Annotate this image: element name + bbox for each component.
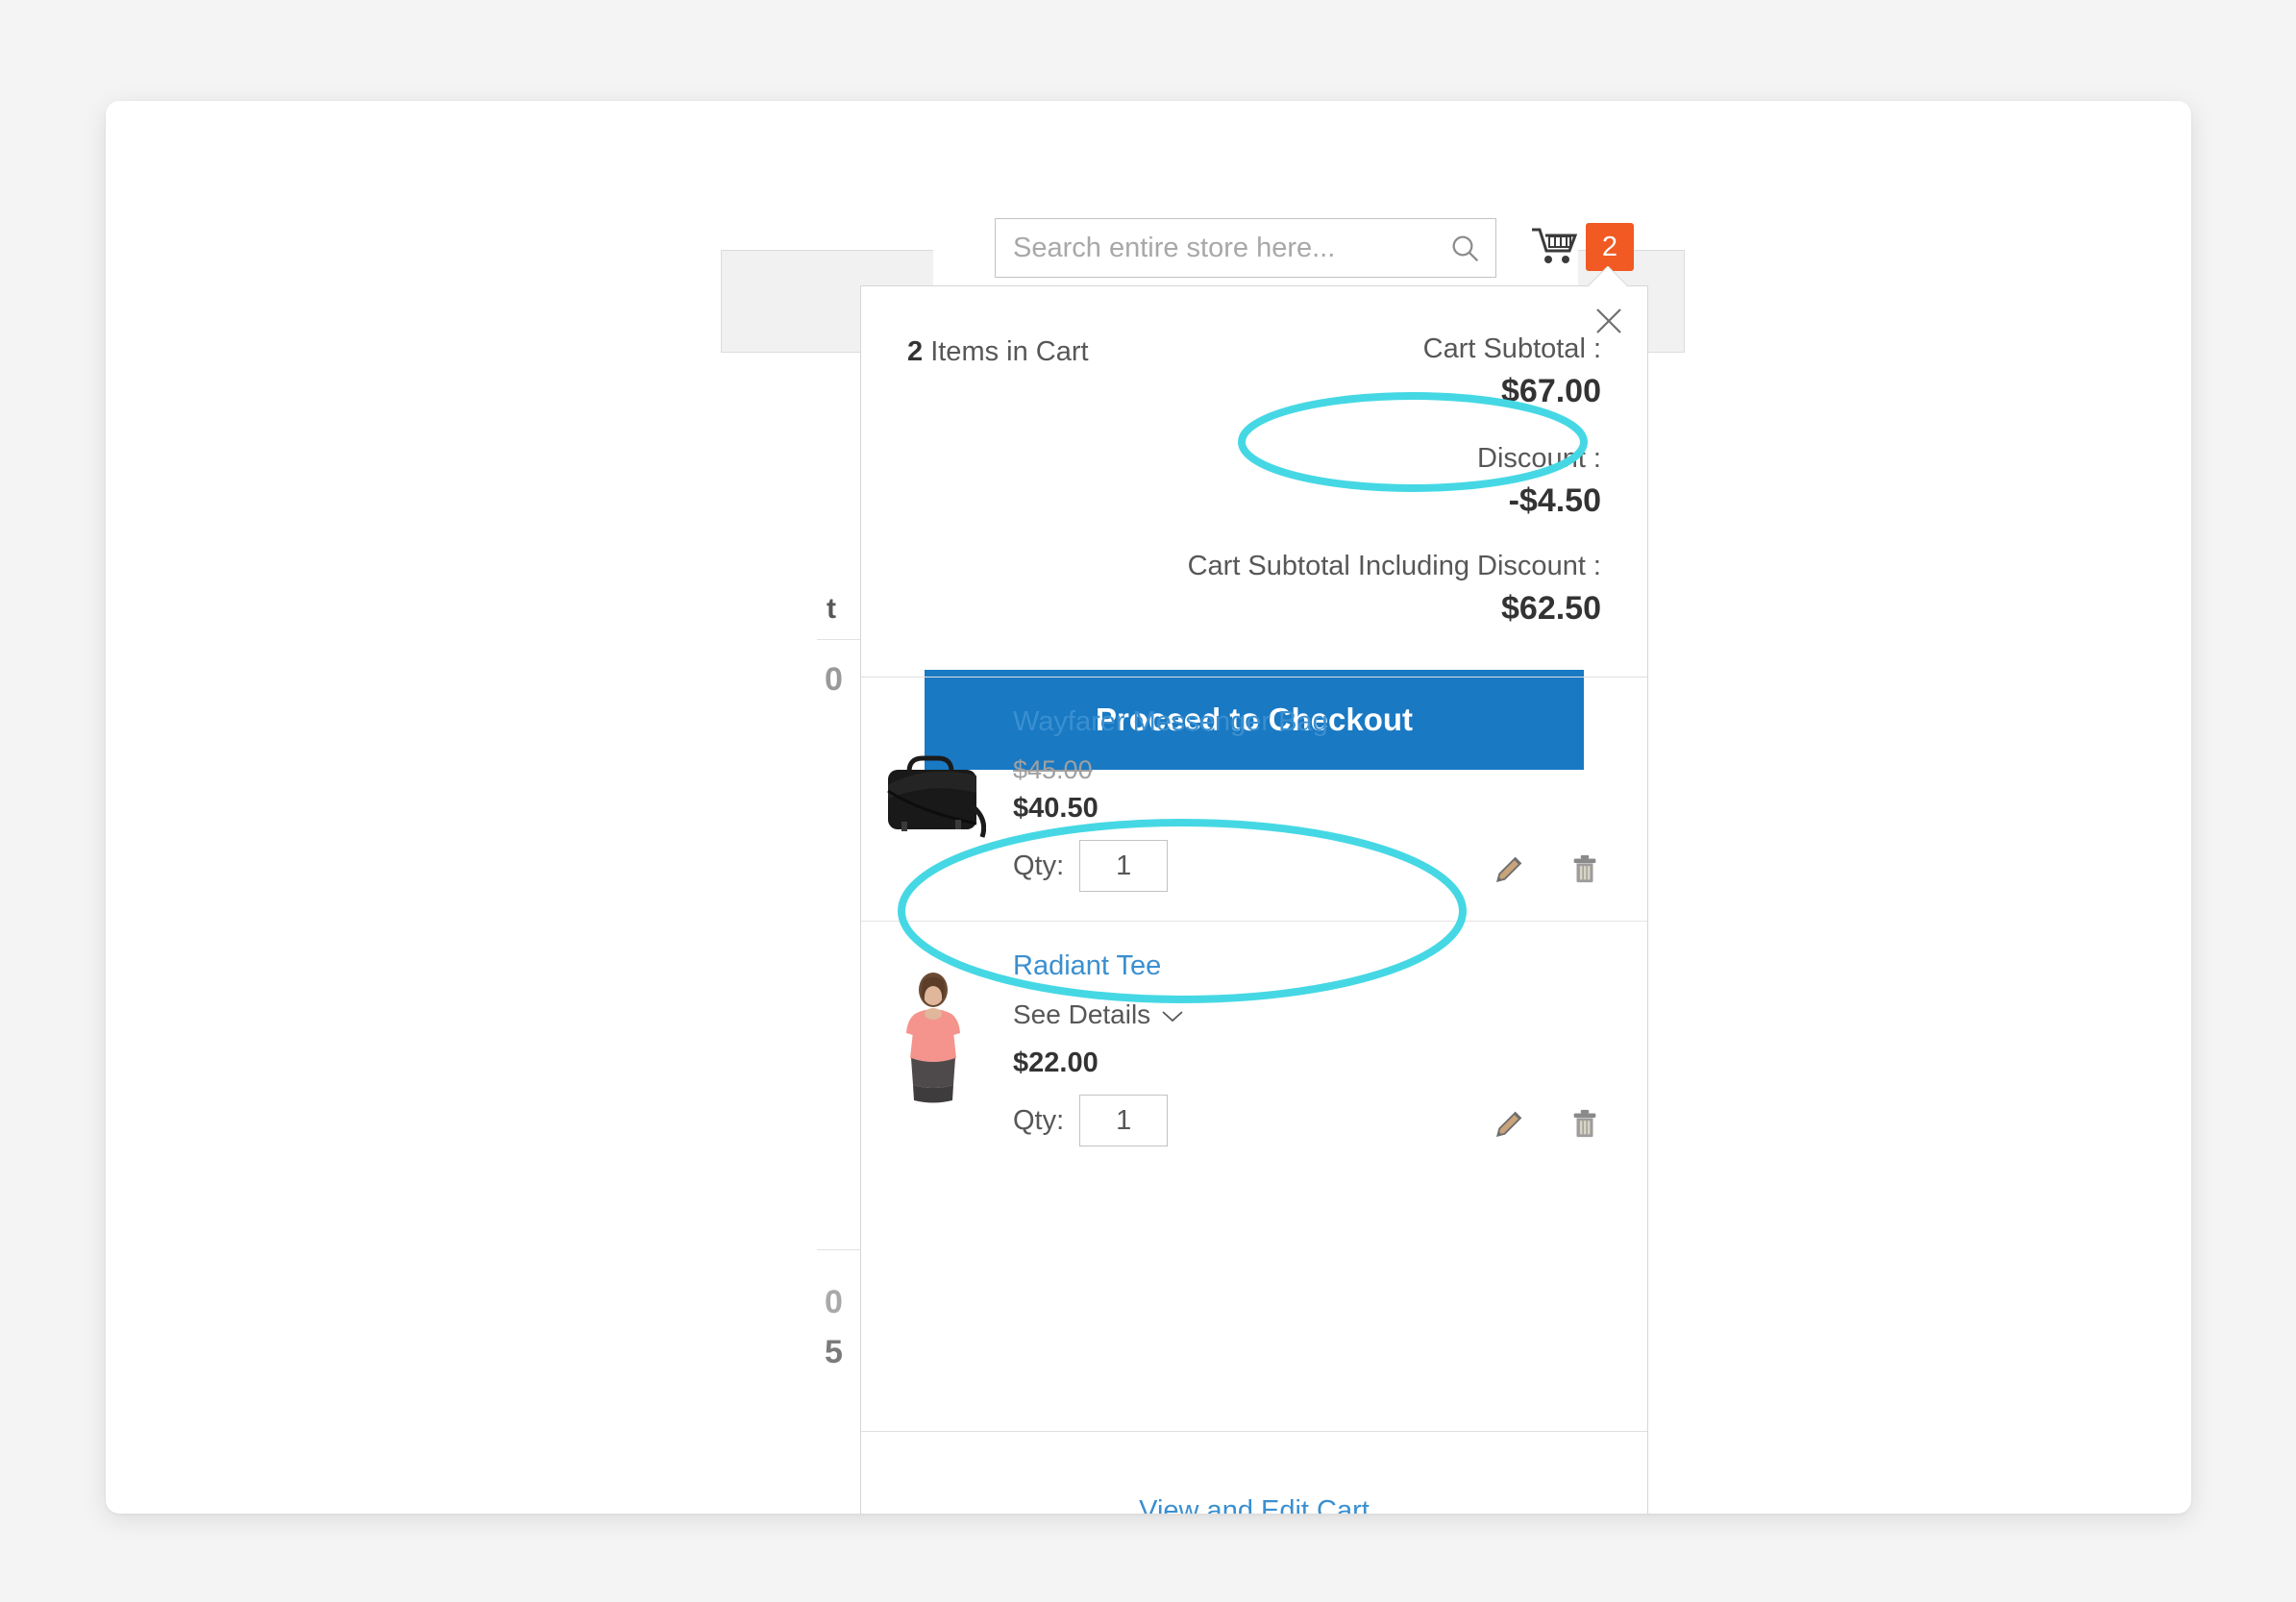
minicart-pointer-arrow bbox=[1588, 266, 1628, 287]
cart-item-count-badge[interactable]: 2 bbox=[1586, 223, 1634, 271]
quantity-input[interactable] bbox=[1079, 840, 1169, 892]
trash-delete-icon[interactable] bbox=[1568, 851, 1601, 886]
product-price: $40.50 bbox=[1013, 793, 1099, 824]
cart-subtotal-value: $67.00 bbox=[1501, 373, 1601, 409]
product-name-link[interactable]: Radiant Tee bbox=[1013, 950, 1601, 982]
pencil-edit-icon[interactable] bbox=[1494, 851, 1526, 886]
background-text-fragment: 5 bbox=[825, 1334, 843, 1370]
page-card: t 0 0 5 Search entire store here... 2 2 … bbox=[106, 101, 2191, 1514]
minicart-footer: View and Edit Cart bbox=[861, 1431, 1647, 1514]
minicart-item: Wayfarer Messenger Bag $45.00 $40.50 Qty… bbox=[861, 678, 1647, 921]
quantity-label: Qty: bbox=[1013, 850, 1065, 881]
minicart-item-details: Wayfarer Messenger Bag $45.00 $40.50 Qty… bbox=[1013, 706, 1601, 892]
items-in-cart-text: Items in Cart bbox=[923, 336, 1089, 367]
item-actions bbox=[1494, 851, 1601, 886]
minicart-product-list: Wayfarer Messenger Bag $45.00 $40.50 Qty… bbox=[861, 678, 1647, 1175]
view-and-edit-cart-link[interactable]: View and Edit Cart bbox=[1139, 1495, 1370, 1514]
item-actions bbox=[1494, 1106, 1601, 1141]
background-text-fragment: 0 bbox=[825, 661, 843, 698]
background-text-fragment: 0 bbox=[825, 1284, 843, 1320]
minicart-item: Radiant Tee See Details $22.00 Qty: bbox=[861, 921, 1647, 1175]
trash-delete-icon[interactable] bbox=[1568, 1106, 1601, 1141]
see-details-toggle[interactable]: See Details bbox=[1013, 999, 1185, 1030]
product-name-link[interactable]: Wayfarer Messenger Bag bbox=[1013, 706, 1601, 738]
discount-value: -$4.50 bbox=[1508, 482, 1601, 519]
minicart-dropdown: 2 Items in Cart Cart Subtotal : $67.00 D… bbox=[860, 285, 1648, 1514]
screenshot-root: t 0 0 5 Search entire store here... 2 2 … bbox=[0, 0, 2296, 1602]
quantity-input[interactable] bbox=[1079, 1095, 1169, 1146]
search-icon[interactable] bbox=[1449, 233, 1480, 263]
messenger-bag-thumbnail[interactable] bbox=[880, 724, 986, 875]
cart-subtotal-including-discount-value: $62.50 bbox=[1501, 590, 1601, 627]
quantity-label: Qty: bbox=[1013, 1104, 1065, 1136]
pencil-edit-icon[interactable] bbox=[1494, 1106, 1526, 1141]
see-details-label: See Details bbox=[1013, 999, 1151, 1029]
discount-label: Discount : bbox=[1477, 443, 1601, 474]
cart-subtotal-including-discount-label: Cart Subtotal Including Discount : bbox=[1187, 551, 1601, 581]
search-box[interactable] bbox=[995, 218, 1496, 278]
items-in-cart-count: 2 bbox=[907, 336, 924, 367]
shopping-cart-icon[interactable] bbox=[1530, 223, 1580, 269]
search-input[interactable] bbox=[996, 219, 1433, 277]
radiant-tee-thumbnail[interactable] bbox=[880, 968, 986, 1120]
chevron-down-icon bbox=[1160, 999, 1185, 1030]
product-price: $22.00 bbox=[1013, 1047, 1099, 1078]
product-old-price: $45.00 bbox=[1013, 755, 1093, 784]
minicart-item-details: Radiant Tee See Details $22.00 Qty: bbox=[1013, 950, 1601, 1146]
